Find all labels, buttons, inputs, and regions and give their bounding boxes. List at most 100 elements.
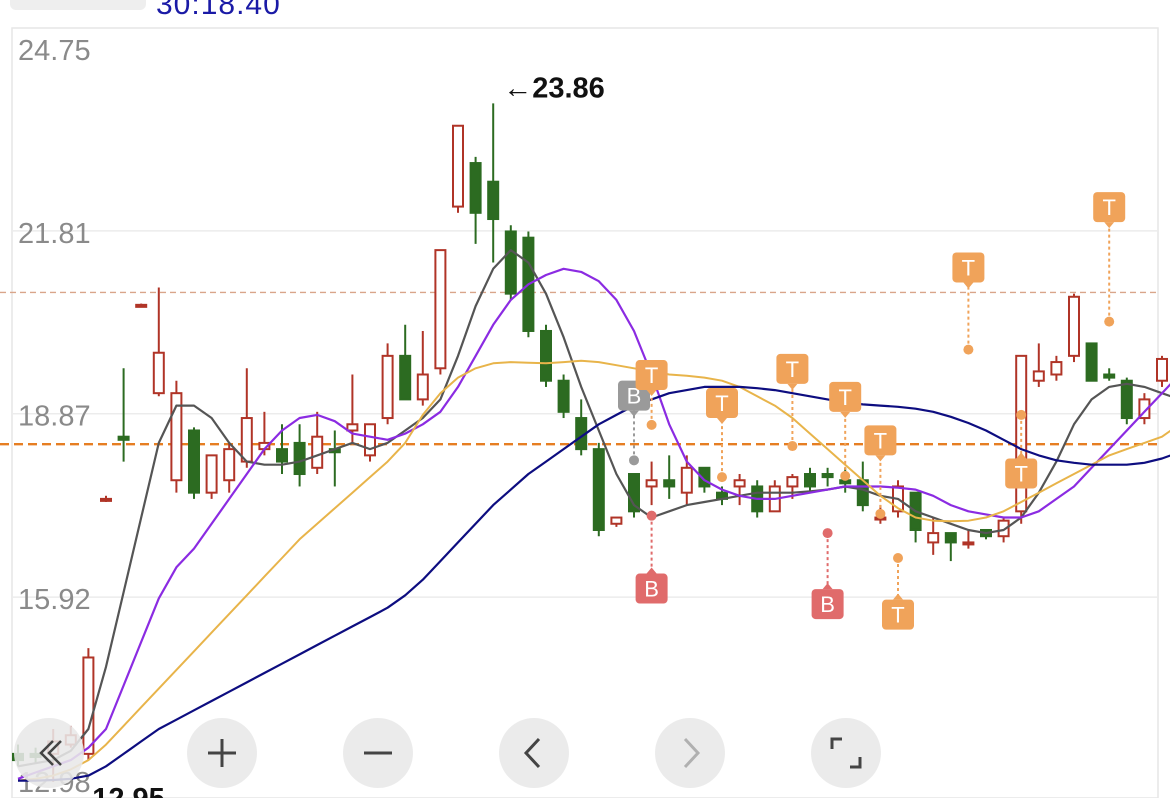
candle-body bbox=[416, 373, 429, 401]
zoom-in-button[interactable] bbox=[187, 718, 257, 788]
candle-body bbox=[680, 466, 693, 494]
y-tick-label: 24.75 bbox=[18, 35, 91, 67]
signal-letter: T bbox=[1014, 461, 1027, 486]
candle-body bbox=[240, 417, 253, 463]
y-tick-label: 21.81 bbox=[18, 218, 91, 250]
candle-body bbox=[504, 230, 517, 295]
signal-letter: B bbox=[820, 592, 835, 617]
candle-body bbox=[205, 454, 218, 494]
scroll-left-button[interactable] bbox=[499, 718, 569, 788]
candle-body bbox=[117, 435, 130, 441]
candle-body bbox=[152, 351, 165, 395]
candle-body bbox=[487, 180, 500, 221]
candle-body bbox=[557, 379, 570, 413]
signal-letter: T bbox=[786, 357, 799, 382]
signal-tag-pointer bbox=[840, 411, 851, 418]
chart-control-bar bbox=[0, 718, 1170, 790]
signal-dot bbox=[787, 441, 798, 452]
signal-tag-pointer bbox=[646, 567, 657, 574]
candle-body bbox=[311, 435, 324, 469]
candle-body bbox=[188, 429, 200, 494]
signal-dot bbox=[646, 419, 657, 430]
candle-body bbox=[821, 473, 834, 479]
take-profit-signal-marker: T bbox=[776, 353, 809, 452]
signal-tag-pointer bbox=[822, 583, 833, 590]
signal-letter: B bbox=[644, 577, 659, 602]
y-tick-label: 15.92 bbox=[18, 584, 91, 616]
minus-icon bbox=[364, 751, 392, 755]
buy-signal-marker: B bbox=[618, 380, 650, 466]
signal-dot bbox=[1016, 409, 1027, 420]
double-chevron-left-icon bbox=[39, 740, 62, 766]
candle-body bbox=[381, 354, 394, 420]
candle-body bbox=[1156, 357, 1168, 382]
chevron-right-icon bbox=[683, 737, 701, 769]
signal-dot bbox=[840, 470, 851, 481]
candle-body bbox=[469, 162, 482, 214]
signal-tag-pointer bbox=[963, 282, 974, 289]
take-profit-signal-marker: T bbox=[1093, 192, 1126, 327]
candle-body bbox=[733, 479, 746, 488]
candle-body bbox=[786, 476, 799, 488]
candle-body bbox=[293, 441, 306, 476]
signal-tag-pointer bbox=[1104, 222, 1115, 229]
scroll-right-button[interactable] bbox=[655, 718, 725, 788]
signal-dot bbox=[717, 472, 727, 483]
signal-letter: T bbox=[891, 603, 904, 628]
candle-body bbox=[927, 532, 940, 544]
signal-letter: T bbox=[962, 255, 975, 280]
signal-tag-pointer bbox=[717, 418, 727, 425]
zoom-out-button[interactable] bbox=[343, 718, 413, 788]
take-profit-signal-marker: T bbox=[882, 552, 914, 630]
signal-letter: T bbox=[715, 391, 728, 416]
candle-body bbox=[1068, 295, 1080, 357]
signal-dot bbox=[646, 510, 657, 521]
candle-body bbox=[592, 448, 605, 531]
candle-body bbox=[276, 448, 288, 463]
candle-body bbox=[452, 124, 464, 208]
candle-body bbox=[1120, 379, 1133, 420]
candle-body bbox=[804, 473, 816, 488]
candlestick-chart: 24.7521.8118.8715.9212.98←23.86←12.95BTB… bbox=[0, 27, 1170, 798]
signal-tag-pointer bbox=[875, 455, 886, 462]
signal-dot bbox=[893, 552, 903, 563]
signal-dot bbox=[629, 455, 639, 466]
buy-signal-marker: B bbox=[811, 528, 844, 620]
candle-body bbox=[1032, 370, 1045, 382]
fullscreen-button[interactable] bbox=[811, 718, 881, 788]
signal-dot bbox=[875, 508, 886, 519]
candle-body bbox=[1103, 373, 1116, 379]
signal-letter: T bbox=[1102, 195, 1115, 220]
take-profit-signal-marker: T bbox=[706, 388, 738, 483]
candle-body bbox=[540, 329, 552, 382]
candle-body bbox=[346, 423, 359, 432]
max-price-label: ←23.86 bbox=[503, 72, 605, 104]
signal-tag-pointer bbox=[787, 383, 798, 390]
take-profit-signal-marker: T bbox=[952, 252, 985, 355]
chevron-left-icon bbox=[523, 737, 541, 769]
signal-dot bbox=[1104, 316, 1115, 327]
y-tick-label: 18.87 bbox=[18, 401, 91, 433]
signal-letter: T bbox=[874, 428, 887, 453]
signal-letter: T bbox=[645, 363, 658, 388]
candle-body bbox=[1085, 342, 1098, 382]
candle-body bbox=[100, 497, 112, 502]
candle-body bbox=[645, 479, 658, 488]
signal-dot bbox=[822, 528, 833, 539]
signal-dot bbox=[963, 344, 974, 355]
candle-body bbox=[1050, 361, 1063, 376]
scroll-left-fast-button[interactable] bbox=[14, 718, 84, 788]
candle-body bbox=[610, 516, 623, 525]
plus-icon bbox=[208, 739, 236, 767]
signal-letter: T bbox=[838, 385, 851, 410]
candle-body bbox=[364, 423, 376, 457]
candle-body bbox=[434, 249, 447, 370]
candle-body bbox=[663, 479, 676, 488]
candle-body bbox=[962, 541, 975, 546]
buy-signal-marker: B bbox=[635, 510, 668, 604]
candle-body bbox=[399, 354, 412, 401]
fullscreen-icon bbox=[830, 737, 862, 769]
candle-body bbox=[944, 532, 957, 544]
candle-body bbox=[223, 448, 236, 482]
candle-body bbox=[135, 303, 148, 308]
